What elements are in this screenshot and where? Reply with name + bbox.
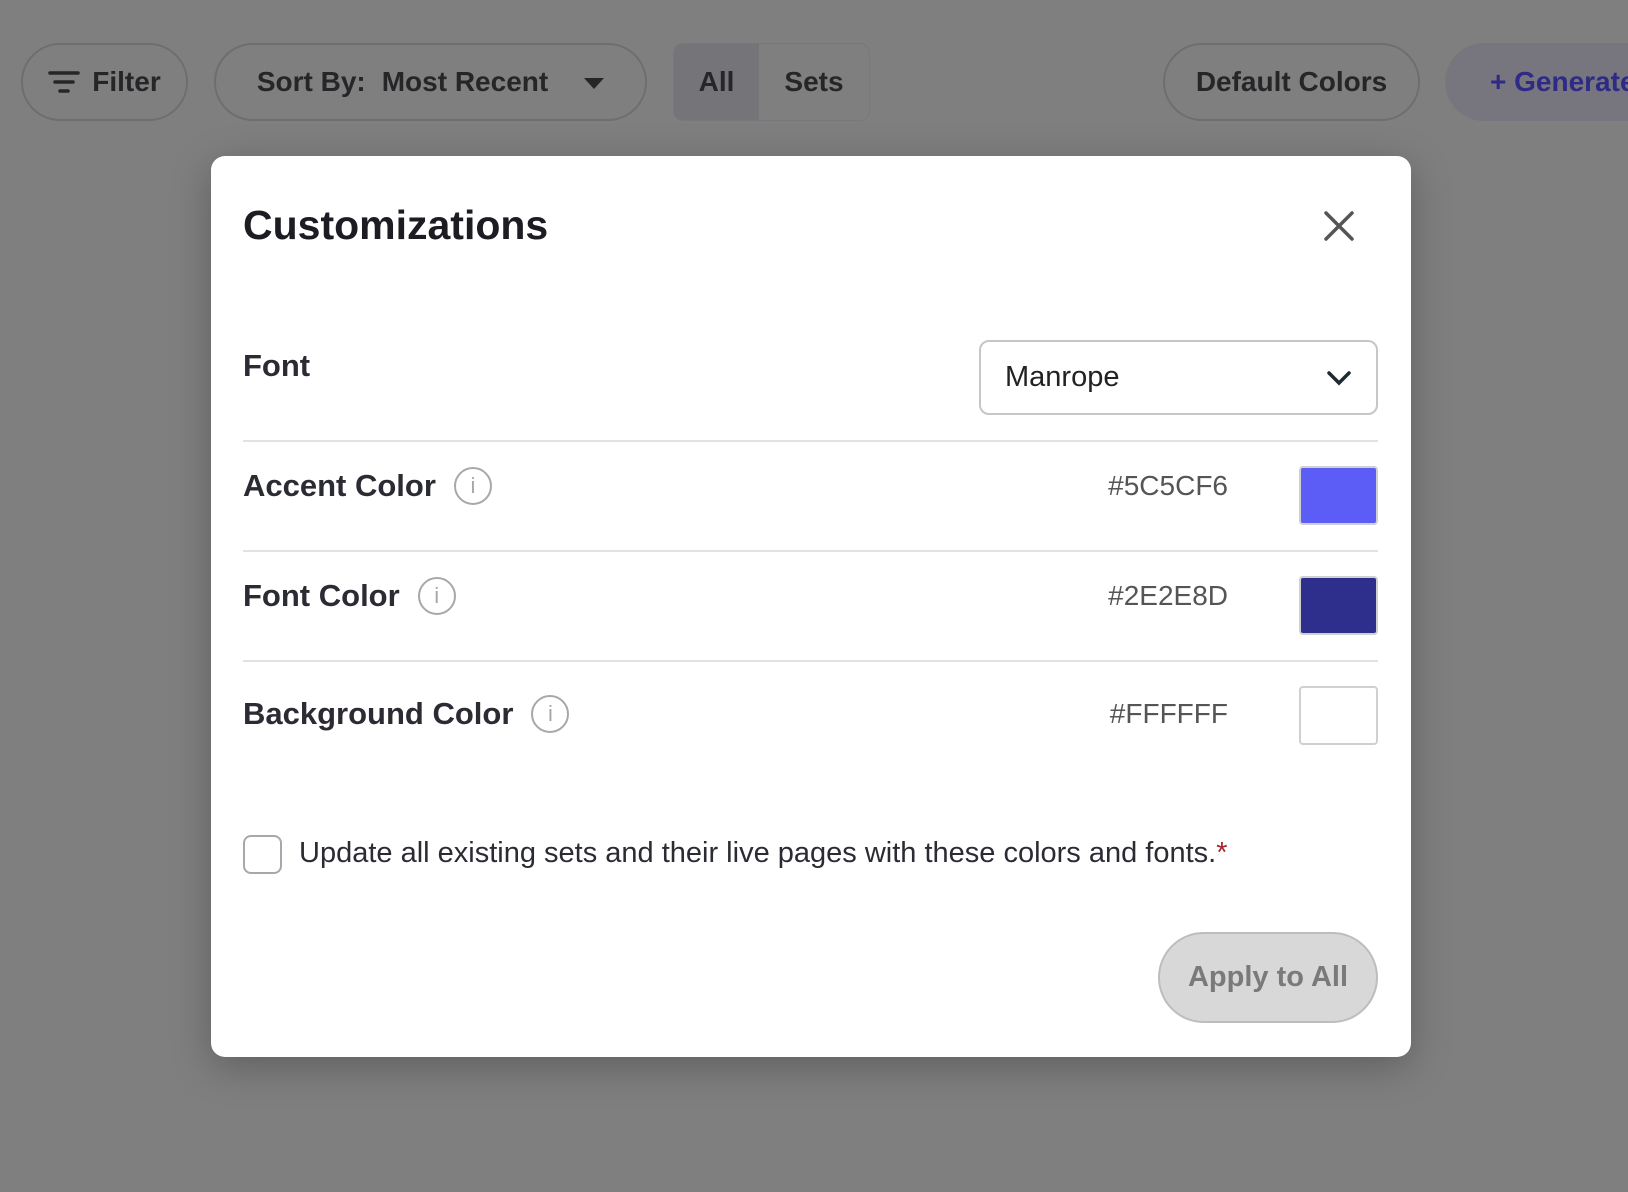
close-icon[interactable]	[1321, 208, 1357, 244]
apply-to-all-button[interactable]: Apply to All	[1158, 932, 1378, 1023]
background-color-label: Background Color	[243, 696, 514, 731]
default-colors-button[interactable]: Default Colors	[1163, 43, 1420, 121]
customizations-modal: Customizations Font Manrope Accent Color…	[211, 156, 1411, 1057]
font-color-hex[interactable]: #2E2E8D	[1108, 580, 1228, 612]
tab-all[interactable]: All	[674, 44, 759, 120]
divider	[243, 440, 1378, 442]
info-icon[interactable]: i	[417, 577, 456, 615]
chevron-down-icon	[1327, 370, 1351, 385]
accent-color-label: Accent Color	[243, 468, 436, 503]
background-color-swatch[interactable]	[1299, 686, 1378, 745]
sort-prefix: Sort By:	[256, 66, 366, 97]
accent-color-swatch[interactable]	[1299, 466, 1378, 525]
filter-icon	[48, 71, 81, 93]
font-color-swatch[interactable]	[1299, 576, 1378, 635]
background-color-row-label: Background Color i	[243, 695, 570, 733]
filter-label: Filter	[92, 66, 161, 97]
info-icon[interactable]: i	[453, 467, 492, 505]
font-color-row-label: Font Color i	[243, 577, 456, 615]
update-all-label[interactable]: Update all existing sets and their live …	[299, 837, 1228, 870]
font-label: Font	[243, 348, 311, 383]
sort-dropdown[interactable]: Sort By: Most Recent	[214, 43, 647, 121]
accent-color-hex[interactable]: #5C5CF6	[1108, 470, 1228, 502]
divider	[243, 660, 1378, 662]
font-color-label: Font Color	[243, 578, 400, 613]
required-mark: *	[1216, 837, 1228, 869]
update-all-checkbox[interactable]	[243, 835, 282, 874]
filter-button[interactable]: Filter	[21, 43, 188, 121]
background-color-hex[interactable]: #FFFFFF	[1110, 698, 1228, 730]
view-toggle: All Sets	[673, 43, 870, 121]
sort-value: Most Recent	[381, 66, 549, 97]
divider	[243, 550, 1378, 552]
caret-down-icon	[584, 78, 605, 89]
info-icon[interactable]: i	[531, 695, 570, 733]
update-all-text: Update all existing sets and their live …	[299, 837, 1217, 869]
font-select-value: Manrope	[1005, 361, 1120, 393]
accent-color-row-label: Accent Color i	[243, 467, 492, 505]
tab-sets[interactable]: Sets	[759, 44, 869, 120]
font-select[interactable]: Manrope	[979, 340, 1378, 415]
modal-title: Customizations	[243, 202, 549, 248]
generate-button[interactable]: + Generate	[1445, 43, 1628, 121]
